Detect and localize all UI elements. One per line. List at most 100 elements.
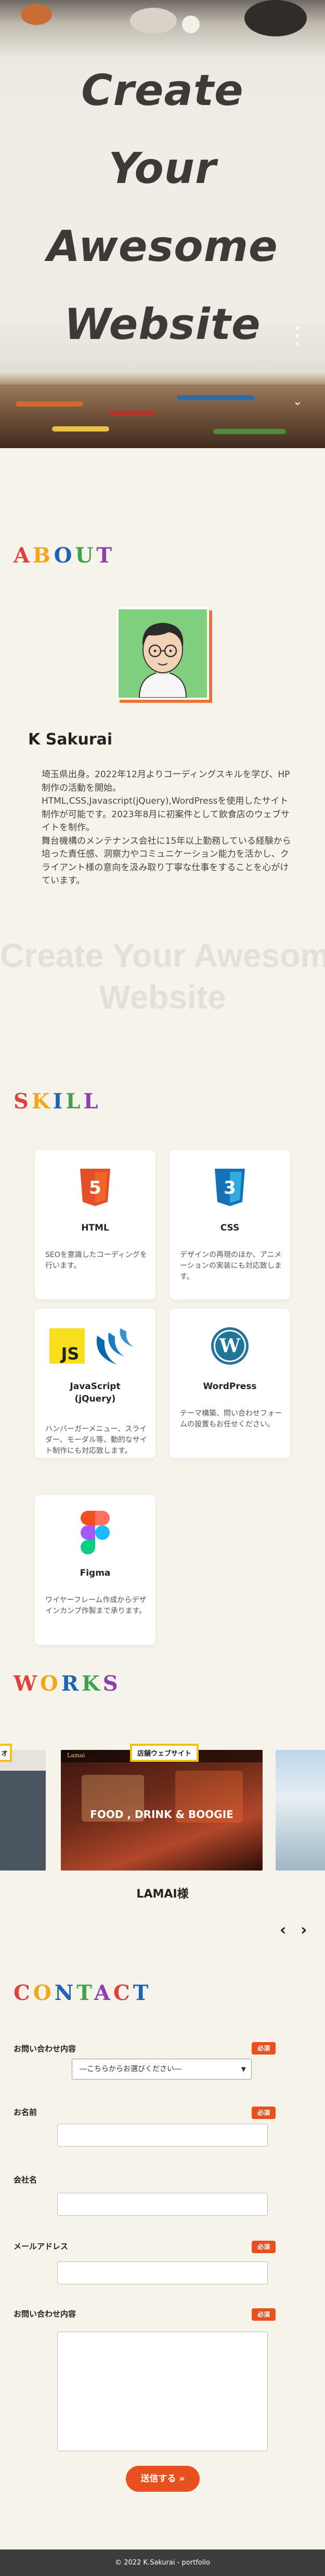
skill-description: デザインの再現のほか、アニメーションの実装にも対応致します。 <box>180 1251 282 1281</box>
skill-name: WordPress <box>203 1381 257 1392</box>
chevron-down-icon: ▼ <box>241 2065 246 2073</box>
slide-brand: Lamai <box>67 1752 85 1759</box>
hero-title-line: Awesome <box>47 222 278 271</box>
svg-text:W: W <box>219 1335 241 1357</box>
paint-stroke <box>109 411 156 416</box>
name-label: お名前 <box>14 2108 37 2117</box>
submit-label: 送信する <box>140 2474 176 2484</box>
company-input[interactable] <box>57 2193 268 2216</box>
heading-letter: K <box>31 1089 53 1114</box>
heading-letter: O <box>33 1981 55 2005</box>
heading-letter: A <box>14 543 33 568</box>
about-heading: ABOUT <box>14 543 115 568</box>
profile-bio: 埼玉県出身。2022年12月よりコーディングスキルを学び、HP制作の活動を開始。… <box>42 768 296 888</box>
heading-letter: B <box>33 543 54 568</box>
heading-letter: S <box>102 1671 121 1696</box>
heading-letter: A <box>94 1981 113 2005</box>
heading-letter: T <box>76 1981 94 2005</box>
skill-card-wordpress: W WordPress テーマ構築、問い合わせフォームの設置もお任せください。 <box>170 1309 290 1458</box>
skill-description: ワイヤーフレーム作成からデザインカンプ作製まで承ります。 <box>45 1596 147 1615</box>
watermark-text: Create Your Awesome Website <box>0 935 325 1018</box>
avatar-illustration-icon <box>119 609 207 698</box>
bio-paragraph: 舞台機構のメンテナンス会社に15年以上勤務している経験から培った責任感、洞察力や… <box>42 835 291 886</box>
required-badge: 必須 <box>252 2308 276 2321</box>
heading-letter: T <box>133 1981 152 2005</box>
heading-letter: C <box>14 1981 33 2005</box>
heading-letter: N <box>54 1981 77 2005</box>
paint-blob <box>21 4 52 25</box>
work-slide-next[interactable] <box>276 1750 325 1871</box>
heading-letter: O <box>54 543 75 568</box>
email-input[interactable] <box>57 2261 268 2284</box>
inquiry-type-select[interactable]: ―こちらからお選びください― ▼ <box>72 2059 252 2080</box>
prev-arrow-icon[interactable]: ‹ <box>280 1921 286 1939</box>
work-slide-prev[interactable] <box>0 1750 46 1871</box>
scroll-down-icon[interactable]: ⌄ <box>293 395 302 408</box>
inquiry-type-label: お問い合わせ内容 <box>14 2044 76 2054</box>
footer: © 2022 K.Sakurai - portfolio <box>0 2549 325 2576</box>
skill-card-figma: Figma ワイヤーフレーム作成からデザインカンプ作製まで承ります。 <box>35 1495 155 1645</box>
svg-text:JS: JS <box>60 1344 80 1364</box>
watermark-line: Website <box>99 978 226 1016</box>
heading-letter: U <box>75 543 97 568</box>
hero-desk <box>0 385 325 448</box>
contact-heading: CONTACT <box>14 1981 151 2005</box>
hero-title: Create Your Awesome Website <box>0 52 325 364</box>
select-value: ―こちらからお選びください― <box>80 2065 181 2073</box>
bio-paragraph: HTML,CSS,Javascript(jQuery),WordPressを使用… <box>42 796 290 833</box>
message-textarea[interactable] <box>57 2332 268 2451</box>
skill-name: CSS <box>220 1223 240 1233</box>
submit-button[interactable]: 送信する » <box>126 2466 200 2492</box>
bio-paragraph: 埼玉県出身。2022年12月よりコーディングスキルを学び、HP制作の活動を開始。 <box>42 769 290 793</box>
avatar <box>116 607 209 700</box>
heading-letter: O <box>40 1671 61 1696</box>
skill-description: SEOを意識したコーディングを行います。 <box>45 1251 147 1270</box>
heading-letter: R <box>61 1671 82 1696</box>
name-input[interactable] <box>57 2124 268 2147</box>
skill-card-css: 3 CSS デザインの再現のほか、アニメーションの実装にも対応致します。 <box>170 1150 290 1300</box>
skill-card-html: 5 HTML SEOを意識したコーディングを行います。 <box>35 1150 155 1300</box>
hero-section: Create Your Awesome Website ⌄ <box>0 0 325 448</box>
wordpress-icon: W <box>211 1327 249 1365</box>
hero-title-line: Create <box>81 66 244 115</box>
paint-stroke <box>16 401 83 407</box>
works-slider[interactable]: Lamai FOOD , DRINK & BOOGIE 店舗ウェブサイト オ <box>0 1744 325 1880</box>
heading-letter: I <box>53 1089 66 1114</box>
heading-letter: L <box>66 1089 84 1114</box>
figma-icon <box>81 1511 110 1554</box>
skill-heading: SKILL <box>14 1089 101 1114</box>
heading-letter: T <box>96 543 115 568</box>
required-badge: 必須 <box>252 2241 276 2253</box>
required-badge: 必須 <box>252 2107 276 2119</box>
skill-description: ハンバーガーメニュー、スライダー、モーダル等、動的なサイト制作にも対応致します。 <box>45 1425 147 1455</box>
javascript-icon: JS <box>49 1328 85 1364</box>
css3-icon: 3 <box>215 1169 245 1206</box>
works-heading: WORKS <box>14 1671 121 1696</box>
email-label: メールアドレス <box>14 2242 69 2251</box>
slide-headline: FOOD , DRINK & BOOGIE <box>90 1808 233 1821</box>
svg-text:5: 5 <box>89 1178 101 1198</box>
heading-letter: L <box>83 1089 101 1114</box>
hero-title-line: Website <box>64 300 261 349</box>
work-slide-lamai[interactable]: Lamai FOOD , DRINK & BOOGIE <box>61 1750 263 1871</box>
company-label: 会社名 <box>14 2175 37 2185</box>
next-arrow-icon[interactable]: › <box>301 1921 307 1939</box>
work-category-tag: 店舗ウェブサイト <box>130 1744 199 1762</box>
skill-name: JavaScript (jQuery) <box>70 1381 121 1404</box>
paint-blob <box>130 8 177 34</box>
heading-letter: W <box>14 1671 40 1696</box>
profile-name: K Sakurai <box>28 730 113 749</box>
hero-title-line: Your <box>108 144 217 193</box>
heading-letter: C <box>113 1981 133 2005</box>
skill-name: HTML <box>81 1223 109 1233</box>
work-category-tag: オ <box>0 1744 12 1762</box>
paint-stroke <box>213 429 286 434</box>
heading-letter: K <box>82 1671 103 1696</box>
skill-name: Figma <box>80 1568 111 1578</box>
required-badge: 必須 <box>252 2042 276 2055</box>
message-label: お問い合わせ内容 <box>14 2309 76 2319</box>
paint-blob <box>244 0 307 36</box>
heading-letter: S <box>14 1089 32 1114</box>
watermark-line: Create Your Awesome <box>0 937 325 974</box>
svg-text:3: 3 <box>224 1178 236 1198</box>
